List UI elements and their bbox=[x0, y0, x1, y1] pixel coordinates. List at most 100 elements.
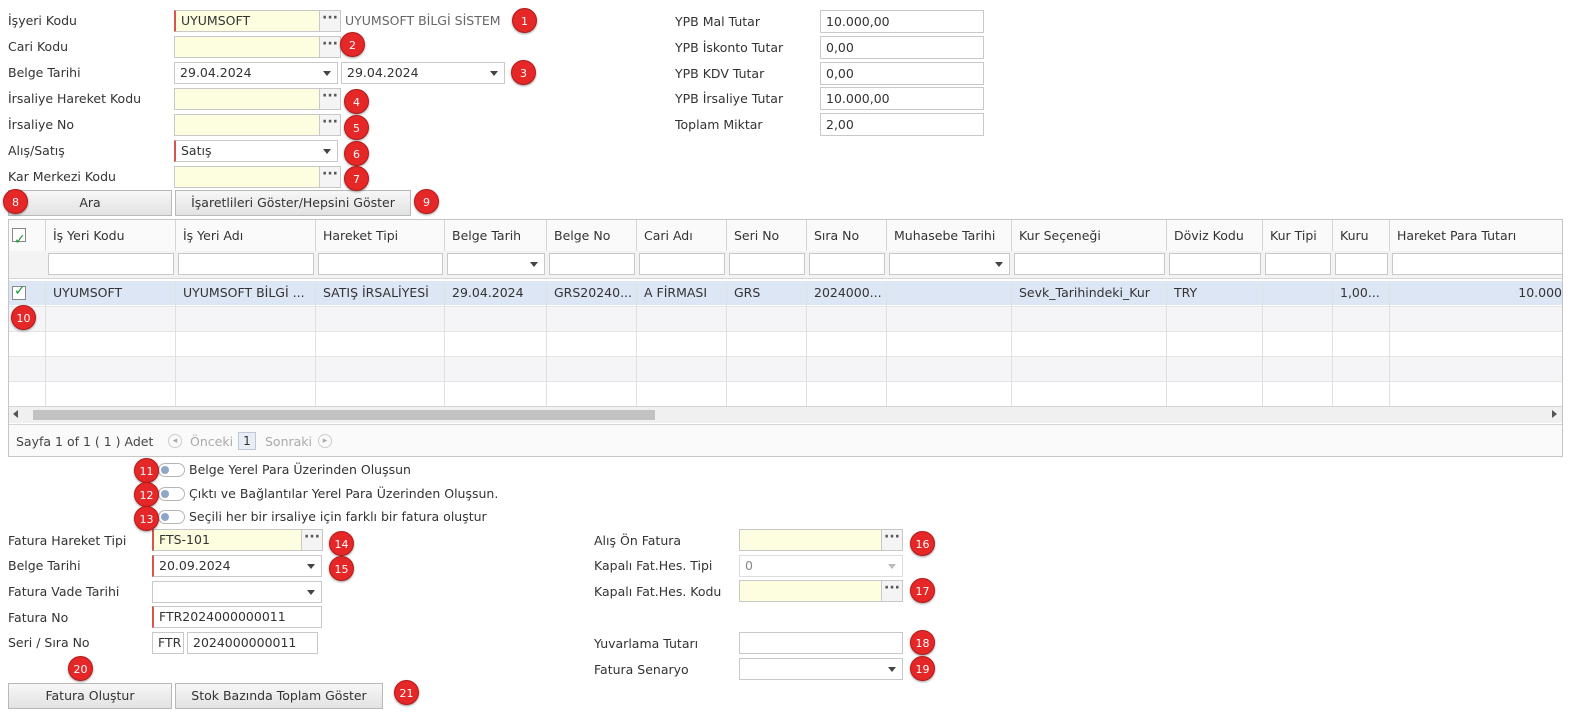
fatura-no-input[interactable]: FTR2024000000011 bbox=[152, 606, 322, 628]
isyeri-kodu-lookup-button[interactable]: ··· bbox=[319, 10, 341, 32]
alis-satis-label: Alış/Satış bbox=[8, 143, 65, 158]
annotation-badge-19: 19 bbox=[910, 656, 935, 681]
cikti-yerel-label: Çıktı ve Bağlantılar Yerel Para Üzerinde… bbox=[189, 486, 499, 501]
kapali-kodu-input[interactable] bbox=[739, 580, 882, 602]
cari-kodu-input[interactable] bbox=[174, 36, 320, 58]
irsaliye-no-lookup-button[interactable]: ··· bbox=[319, 114, 341, 136]
prev-page-icon[interactable]: ◂ bbox=[168, 434, 182, 448]
grid-header-select[interactable]: ✓ bbox=[9, 220, 46, 251]
filter-doviz-kodu[interactable] bbox=[1169, 253, 1261, 275]
col-header-isyeri-kodu[interactable]: İş Yeri Kodu bbox=[46, 220, 176, 251]
fatura-hareket-tipi-input[interactable]: FTS-101 bbox=[152, 529, 302, 551]
toggle-knob bbox=[161, 490, 169, 498]
col-header-isyeri-adi[interactable]: İş Yeri Adı bbox=[176, 220, 316, 251]
filter-hareket-tipi[interactable] bbox=[318, 253, 443, 275]
scroll-right-icon[interactable] bbox=[1552, 410, 1557, 418]
col-header-kuru[interactable]: Kuru bbox=[1333, 220, 1390, 251]
col-header-hareket-tipi[interactable]: Hareket Tipi bbox=[316, 220, 445, 251]
farkli-fatura-label: Seçili her bir irsaliye için farklı bir … bbox=[189, 509, 487, 524]
yuvarlama-label: Yuvarlama Tutarı bbox=[594, 636, 699, 651]
cell-isyeri-kodu: UYUMSOFT bbox=[53, 285, 123, 300]
annotation-badge-10: 10 bbox=[11, 305, 36, 330]
kar-merkezi-input[interactable] bbox=[174, 166, 320, 188]
belge-tarihi-to-select[interactable]: 29.04.2024 bbox=[341, 62, 505, 84]
ypb-mal-tutar-field: 10.000,00 bbox=[820, 10, 984, 33]
col-header-belge-no[interactable]: Belge No bbox=[547, 220, 637, 251]
annotation-badge-3: 3 bbox=[511, 60, 536, 85]
filter-belge-no[interactable] bbox=[549, 253, 635, 275]
fatura-hareket-tipi-lookup-button[interactable]: ··· bbox=[301, 529, 323, 551]
column-divider bbox=[1011, 281, 1012, 406]
alis-on-fatura-input[interactable] bbox=[739, 529, 882, 551]
stok-bazinda-button[interactable]: Stok Bazında Toplam Göster bbox=[175, 683, 383, 709]
col-header-kur-tipi[interactable]: Kur Tipi bbox=[1263, 220, 1333, 251]
isyeri-kodu-input[interactable]: UYUMSOFT bbox=[174, 10, 320, 32]
yuvarlama-input[interactable] bbox=[739, 632, 903, 654]
alis-on-fatura-lookup-button[interactable]: ··· bbox=[881, 529, 903, 551]
col-header-belge-tarih[interactable]: Belge Tarih bbox=[445, 220, 547, 251]
annotation-badge-15: 15 bbox=[329, 556, 354, 581]
filter-cari-adi[interactable] bbox=[639, 253, 725, 275]
filter-kuru[interactable] bbox=[1335, 253, 1388, 275]
table-row bbox=[9, 306, 1562, 331]
col-header-sira-no[interactable]: Sıra No bbox=[807, 220, 887, 251]
ara-button[interactable]: Ara bbox=[8, 190, 172, 216]
fatura-belge-tarihi-select[interactable]: 20.09.2024 bbox=[152, 555, 322, 577]
column-divider bbox=[886, 281, 887, 406]
cell-hareket-para-tutari: 10.000 bbox=[1518, 285, 1562, 300]
irsaliye-no-input[interactable] bbox=[174, 114, 320, 136]
col-header-kur-secenegi[interactable]: Kur Seçeneği bbox=[1012, 220, 1167, 251]
prev-page-link[interactable]: Önceki bbox=[190, 434, 233, 449]
column-divider bbox=[175, 281, 176, 406]
belge-tarihi-from-select[interactable]: 29.04.2024 bbox=[174, 62, 338, 84]
cari-kodu-lookup-button[interactable]: ··· bbox=[319, 36, 341, 58]
col-header-muhasebe-tarihi[interactable]: Muhasebe Tarihi bbox=[887, 220, 1012, 251]
ypb-kdv-label: YPB KDV Tutar bbox=[675, 66, 765, 81]
filter-isyeri-adi[interactable] bbox=[178, 253, 314, 275]
toggle-marked-button[interactable]: İşaretlileri Göster/Hepsini Göster bbox=[175, 190, 411, 216]
filter-hareket-para-tutari[interactable] bbox=[1392, 253, 1562, 275]
row-checkbox[interactable]: ✓ bbox=[12, 283, 26, 300]
annotation-badge-12: 12 bbox=[134, 482, 159, 507]
annotation-badge-14: 14 bbox=[329, 531, 354, 556]
filter-seri-no[interactable] bbox=[729, 253, 805, 275]
filter-isyeri-kodu[interactable] bbox=[48, 253, 174, 275]
next-page-icon[interactable]: ▸ bbox=[318, 434, 332, 448]
annotation-badge-6: 6 bbox=[344, 141, 369, 166]
col-header-cari-adi[interactable]: Cari Adı bbox=[637, 220, 727, 251]
col-header-seri-no[interactable]: Seri No bbox=[727, 220, 807, 251]
senaryo-label: Fatura Senaryo bbox=[594, 662, 689, 677]
senaryo-select[interactable] bbox=[739, 658, 903, 680]
col-header-hareket-para-tutari[interactable]: Hareket Para Tutarı bbox=[1390, 220, 1562, 251]
chevron-down-icon bbox=[490, 71, 498, 76]
alis-satis-select[interactable]: Satış bbox=[174, 140, 338, 162]
next-page-link[interactable]: Sonraki bbox=[265, 434, 312, 449]
horizontal-scrollbar[interactable] bbox=[9, 407, 1562, 423]
filter-kur-tipi[interactable] bbox=[1265, 253, 1331, 275]
table-row bbox=[9, 381, 1562, 407]
cikti-yerel-toggle[interactable] bbox=[158, 487, 185, 501]
scrollbar-thumb[interactable] bbox=[33, 410, 655, 420]
filter-muhasebe-tarihi[interactable] bbox=[889, 253, 1010, 275]
ypb-irsaliye-label: YPB İrsaliye Tutar bbox=[675, 91, 784, 106]
cell-muhasebe-tarihi bbox=[887, 281, 1012, 305]
sira-input[interactable]: 2024000000011 bbox=[187, 632, 318, 654]
col-header-doviz-kodu[interactable]: Döviz Kodu bbox=[1167, 220, 1263, 251]
kar-merkezi-lookup-button[interactable]: ··· bbox=[319, 166, 341, 188]
column-divider bbox=[315, 281, 316, 406]
belge-yerel-toggle[interactable] bbox=[158, 463, 185, 477]
scroll-left-icon[interactable] bbox=[13, 410, 18, 418]
kapali-kodu-lookup-button[interactable]: ··· bbox=[881, 580, 903, 602]
irsaliye-hareket-kodu-input[interactable] bbox=[174, 88, 320, 110]
filter-belge-tarih[interactable] bbox=[447, 253, 545, 275]
irsaliye-hareket-kodu-lookup-button[interactable]: ··· bbox=[319, 88, 341, 110]
fatura-olustur-button[interactable]: Fatura Oluştur bbox=[8, 683, 172, 709]
filter-sira-no[interactable] bbox=[809, 253, 885, 275]
filter-kur-secenegi[interactable] bbox=[1014, 253, 1165, 275]
fatura-vade-select[interactable] bbox=[152, 581, 322, 603]
seri-input[interactable]: FTR bbox=[152, 632, 184, 654]
belge-tarihi-from-value: 29.04.2024 bbox=[180, 65, 252, 80]
farkli-fatura-toggle[interactable] bbox=[158, 510, 185, 524]
current-page[interactable]: 1 bbox=[238, 432, 256, 450]
select-all-checkbox[interactable]: ✓ bbox=[12, 228, 26, 248]
